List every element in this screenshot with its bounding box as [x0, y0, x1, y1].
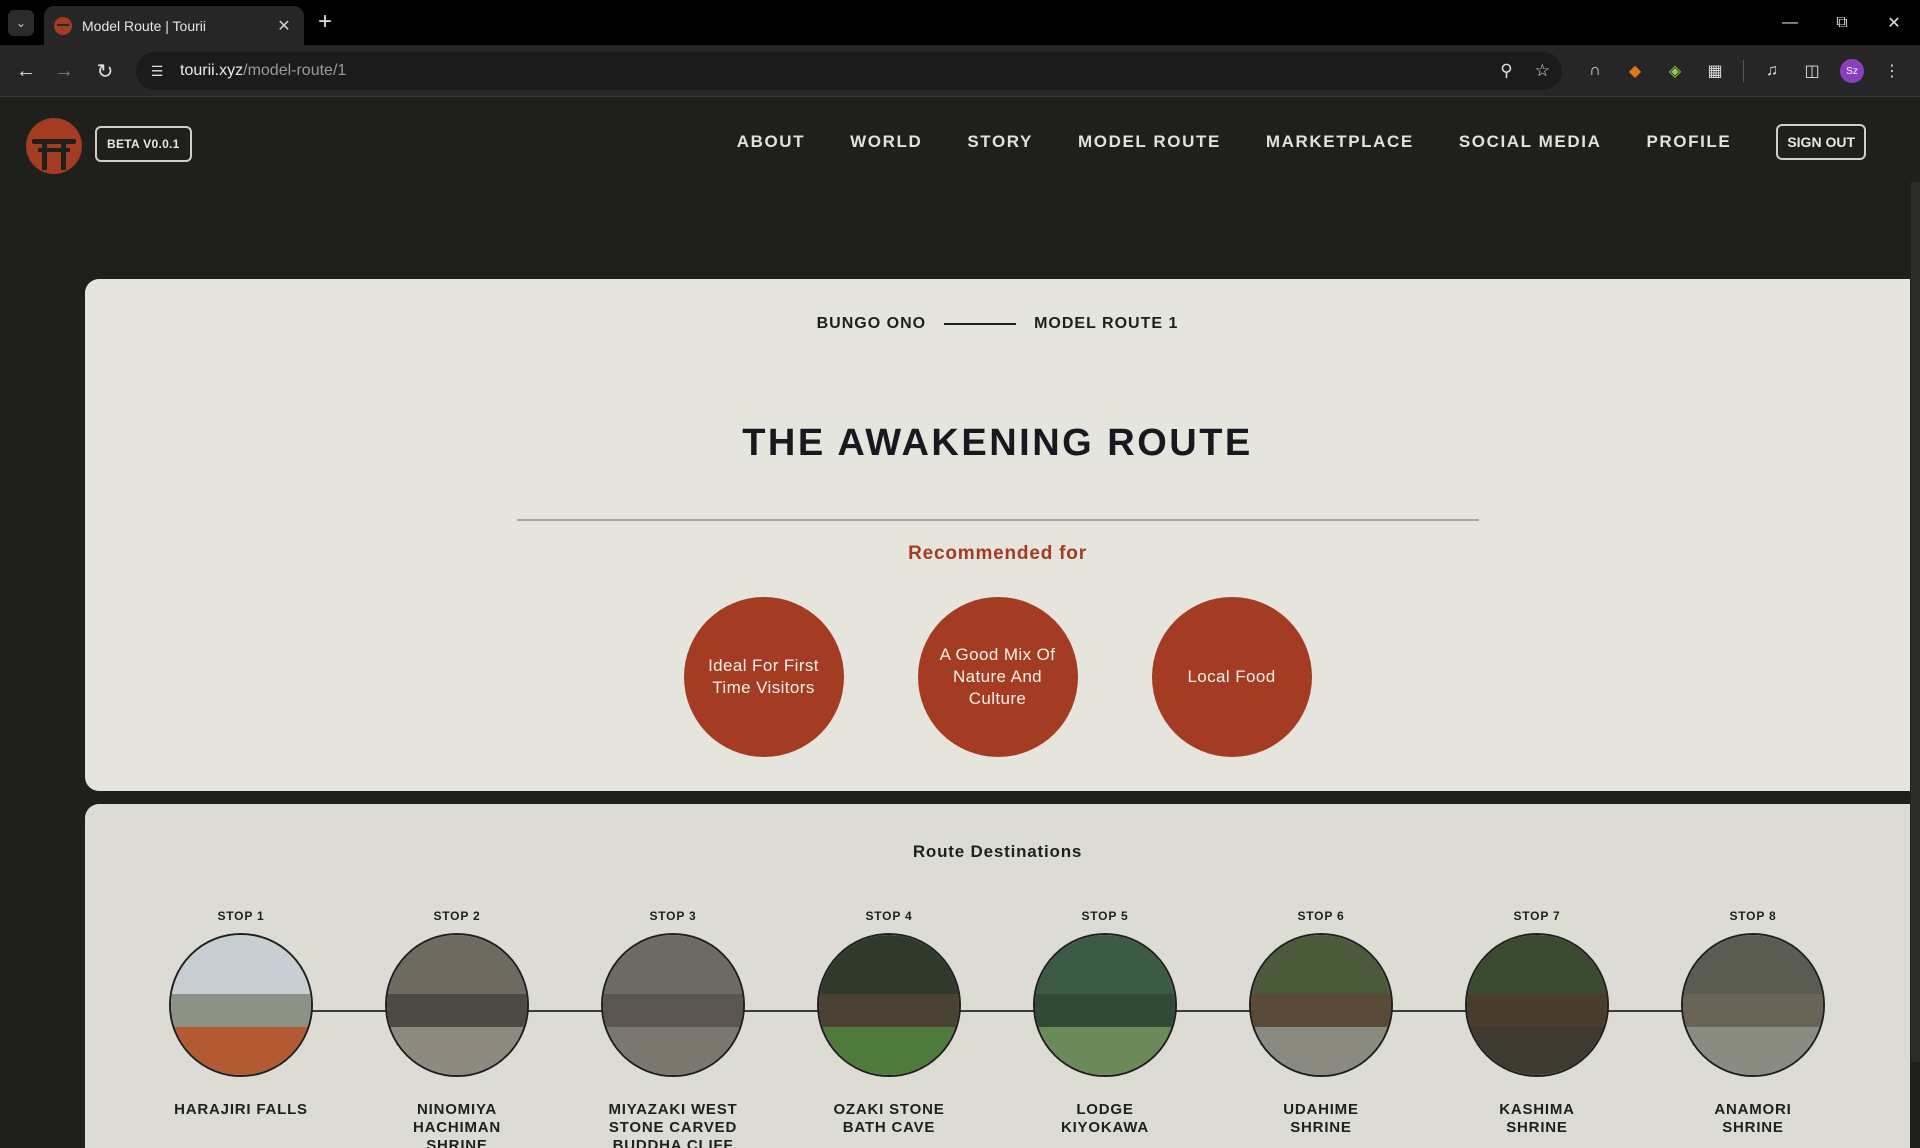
stop-photo[interactable] [601, 933, 745, 1077]
extension-diamond-icon[interactable]: ◈ [1663, 59, 1687, 83]
window-controls: — ⧉ ✕ [1764, 0, 1920, 45]
new-tab-button[interactable]: + [318, 9, 332, 35]
stop-photo[interactable] [169, 933, 313, 1077]
media-controls-icon[interactable]: ♫ [1760, 59, 1784, 83]
profile-avatar[interactable]: Sz [1840, 59, 1864, 83]
chevron-down-icon: ⌄ [15, 16, 27, 30]
minimize-button[interactable]: — [1764, 0, 1816, 45]
url-text: tourii.xyz/model-route/1 [180, 62, 347, 79]
web-page: BETA V0.0.1 ABOUT WORLD STORY MODEL ROUT… [0, 98, 1920, 1148]
minimize-icon: — [1782, 13, 1798, 31]
toolbar-divider [1743, 60, 1744, 82]
stop-photo[interactable] [1033, 933, 1177, 1077]
extension-arc-icon[interactable]: ∩ [1583, 59, 1607, 83]
nav-marketplace[interactable]: MARKETPLACE [1266, 132, 1414, 152]
nav-world[interactable]: WORLD [850, 132, 922, 152]
section-heading: Route Destinations [912, 842, 1083, 861]
browser-toolbar: ← → ↻ ☰ tourii.xyz/model-route/1 ⚲ ☆ ∩ ◆… [0, 45, 1920, 97]
arrow-right-icon: → [54, 59, 74, 82]
stop-number: STOP 4 [865, 909, 913, 923]
breadcrumb-region[interactable]: BUNGO ONO [817, 315, 926, 333]
sign-out-button[interactable]: SIGN OUT [1776, 124, 1866, 160]
key-icon[interactable]: ⚲ [1500, 61, 1512, 81]
nav-model-route[interactable]: MODEL ROUTE [1078, 132, 1221, 152]
recommended-tag: Local Food [1151, 597, 1312, 757]
nav-profile[interactable]: PROFILE [1646, 132, 1731, 152]
forward-button[interactable]: → [50, 57, 78, 85]
stop-card-6[interactable]: STOP 6 UDAHIME SHRINE [1221, 909, 1421, 1137]
arrow-left-icon: ← [16, 59, 36, 82]
tourii-logo[interactable] [26, 118, 82, 174]
close-window-button[interactable]: ✕ [1868, 0, 1920, 45]
recommended-tags: Ideal For First Time Visitors A Good Mix… [85, 597, 1910, 757]
stop-number: STOP 7 [1513, 909, 1561, 923]
tune-icon: ☰ [150, 62, 164, 79]
stop-card-1[interactable]: STOP 1 HARAJIRI FALLS [141, 909, 341, 1119]
site-info-button[interactable]: ☰ [140, 57, 174, 85]
stop-number: STOP 8 [1729, 909, 1777, 923]
stop-card-8[interactable]: STOP 8 ANAMORI SHRINE [1653, 909, 1853, 1137]
stop-card-4[interactable]: STOP 4 OZAKI STONE BATH CAVE [789, 909, 989, 1137]
nav-about[interactable]: ABOUT [737, 132, 805, 152]
plus-icon: + [318, 8, 333, 35]
stop-card-3[interactable]: STOP 3 MIYAZAKI WEST STONE CARVED BUDDHA… [573, 909, 773, 1148]
site-header: BETA V0.0.1 ABOUT WORLD STORY MODEL ROUT… [0, 98, 1910, 188]
stop-photo[interactable] [385, 933, 529, 1077]
main-navigation: ABOUT WORLD STORY MODEL ROUTE MARKETPLAC… [737, 124, 1866, 160]
stop-number: STOP 1 [217, 909, 265, 923]
tab-search-dropdown[interactable]: ⌄ [8, 10, 34, 36]
stop-photo[interactable] [817, 933, 961, 1077]
stop-name[interactable]: ANAMORI SHRINE [1653, 1101, 1853, 1137]
stop-name[interactable]: UDAHIME SHRINE [1221, 1101, 1421, 1137]
address-bar[interactable]: ☰ tourii.xyz/model-route/1 ⚲ ☆ [136, 52, 1562, 90]
extensions-area: ∩ ◆ ◈ ▦ ♫ ◫ Sz ⋮ [1583, 45, 1920, 97]
stop-name[interactable]: LODGE KIYOKAWA [1005, 1101, 1205, 1137]
browser-tab-strip: ⌄ Model Route | Tourii ✕ + — ⧉ ✕ [0, 0, 1920, 45]
restore-icon: ⧉ [1836, 13, 1848, 31]
scrollbar-thumb[interactable] [1911, 182, 1920, 1062]
stop-name[interactable]: NINOMIYA HACHIMAN SHRINE [357, 1101, 557, 1148]
stop-card-5[interactable]: STOP 5 LODGE KIYOKAWA [1005, 909, 1205, 1137]
recommended-tag: Ideal For First Time Visitors [683, 597, 844, 757]
stop-photo[interactable] [1681, 933, 1825, 1077]
breadcrumb-separator [944, 323, 1017, 325]
route-hero-card: BUNGO ONO MODEL ROUTE 1 THE AWAKENING RO… [85, 279, 1910, 791]
star-icon[interactable]: ☆ [1535, 61, 1550, 81]
puzzle-icon[interactable]: ▦ [1703, 59, 1727, 83]
stop-photo[interactable] [1249, 933, 1393, 1077]
back-button[interactable]: ← [12, 57, 40, 85]
metamask-fox-icon[interactable]: ◆ [1623, 59, 1647, 83]
stop-number: STOP 5 [1081, 909, 1129, 923]
close-icon[interactable]: ✕ [274, 16, 294, 36]
divider [517, 519, 1479, 521]
restore-button[interactable]: ⧉ [1816, 0, 1868, 45]
stop-number: STOP 2 [433, 909, 481, 923]
stop-number: STOP 6 [1297, 909, 1345, 923]
beta-version-badge: BETA V0.0.1 [95, 126, 192, 162]
stop-name[interactable]: OZAKI STONE BATH CAVE [789, 1101, 989, 1137]
favicon-icon [54, 16, 72, 35]
stop-card-7[interactable]: STOP 7 KASHIMA SHRINE [1437, 909, 1637, 1137]
route-destinations-section: Route Destinations STOP 1 HARAJIRI FALLS… [85, 804, 1910, 1148]
stop-number: STOP 3 [649, 909, 697, 923]
stop-photo[interactable] [1465, 933, 1609, 1077]
stop-name[interactable]: KASHIMA SHRINE [1437, 1101, 1637, 1137]
reload-icon: ↻ [96, 60, 114, 83]
breadcrumb-route: MODEL ROUTE 1 [1034, 315, 1179, 332]
recommended-tag: A Good Mix Of Nature And Culture [917, 597, 1078, 757]
reload-button[interactable]: ↻ [91, 57, 119, 85]
stop-name[interactable]: MIYAZAKI WEST STONE CARVED BUDDHA CLIFF [573, 1101, 773, 1148]
tab-title: Model Route | Tourii [82, 17, 206, 34]
page-title: THE AWAKENING ROUTE [742, 422, 1253, 464]
close-icon: ✕ [1887, 14, 1901, 32]
breadcrumb: BUNGO ONO MODEL ROUTE 1 [85, 315, 1910, 333]
nav-social-media[interactable]: SOCIAL MEDIA [1459, 132, 1602, 152]
recommended-heading: Recommended for [908, 543, 1087, 564]
nav-story[interactable]: STORY [967, 132, 1033, 152]
stop-card-2[interactable]: STOP 2 NINOMIYA HACHIMAN SHRINE [357, 909, 557, 1148]
stop-name[interactable]: HARAJIRI FALLS [141, 1101, 341, 1119]
side-panel-icon[interactable]: ◫ [1800, 59, 1824, 83]
more-menu-icon[interactable]: ⋮ [1880, 59, 1904, 83]
browser-tab[interactable]: Model Route | Tourii ✕ [44, 6, 304, 45]
